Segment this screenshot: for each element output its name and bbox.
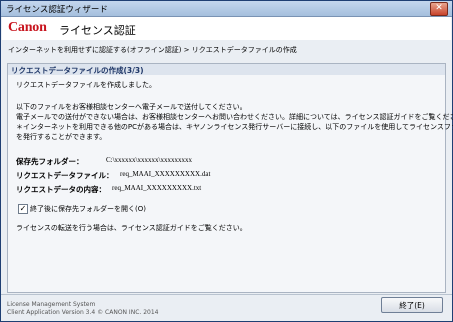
breadcrumb: インターネットを利用せずに認証する(オフライン認証) > リクエストデータファイ…	[8, 46, 297, 54]
content-panel: リクエストデータファイルの作成(3/3) リクエストデータファイルを作成しました…	[7, 63, 453, 293]
instruction-line: を発行することができます。	[16, 133, 107, 141]
request-file-label: リクエストデータファイル：	[16, 171, 114, 180]
created-message: リクエストデータファイルを作成しました。	[16, 81, 156, 89]
wizard-window: ライセンス認証ウィザード ✕ Canon ライセンス認証 インターネットを利用せ…	[0, 0, 453, 322]
checkmark-icon: ✓	[19, 204, 27, 213]
request-content-value: req_MAAI_XXXXXXXXX.txt	[112, 184, 202, 192]
transfer-note: ライセンスの転送を行う場合は、ライセンス認証ガイドをご覧ください。	[16, 224, 247, 232]
instruction-line: ＊インターネットを利用できる他のPCがある場合は、キヤノンライセンス発行サーバー…	[16, 123, 453, 131]
section-title: リクエストデータファイルの作成(3/3)	[11, 66, 144, 75]
header-title: ライセンス認証	[59, 24, 136, 37]
close-button[interactable]: ✕	[430, 2, 448, 16]
instruction-line: 以下のファイルをお客様相談センターへ電子メールで送付してください。	[16, 103, 247, 111]
window-title: ライセンス認証ウィザード	[6, 5, 108, 15]
title-bar[interactable]: ライセンス認証ウィザード ✕	[1, 1, 452, 17]
open-folder-label[interactable]: 終了後に保存先フォルダーを開く(O)	[30, 204, 146, 214]
request-content-label: リクエストデータの内容：	[16, 185, 106, 194]
wizard-header: Canon ライセンス認証	[2, 17, 451, 40]
canon-logo: Canon	[8, 20, 47, 35]
footer-divider	[1, 294, 452, 295]
finish-button[interactable]: 終了(E)	[381, 297, 443, 313]
footer-product-name: License Management System	[7, 301, 96, 308]
footer-version: Client Application Version 3.4 © CANON I…	[7, 309, 159, 316]
instruction-line: 電子メールでの送付ができない場合は、お客様相談センターへお問い合わせください。詳…	[16, 113, 453, 121]
save-folder-value: C:\xxxxxx\xxxxxx\xxxxxxxxx	[106, 156, 192, 164]
request-file-value: req_MAAI_XXXXXXXXX.dat	[120, 170, 211, 178]
close-icon: ✕	[435, 3, 443, 13]
save-folder-label: 保存先フォルダー：	[16, 157, 84, 166]
section-header: リクエストデータファイルの作成(3/3)	[8, 64, 445, 75]
open-folder-checkbox[interactable]: ✓	[18, 204, 28, 214]
